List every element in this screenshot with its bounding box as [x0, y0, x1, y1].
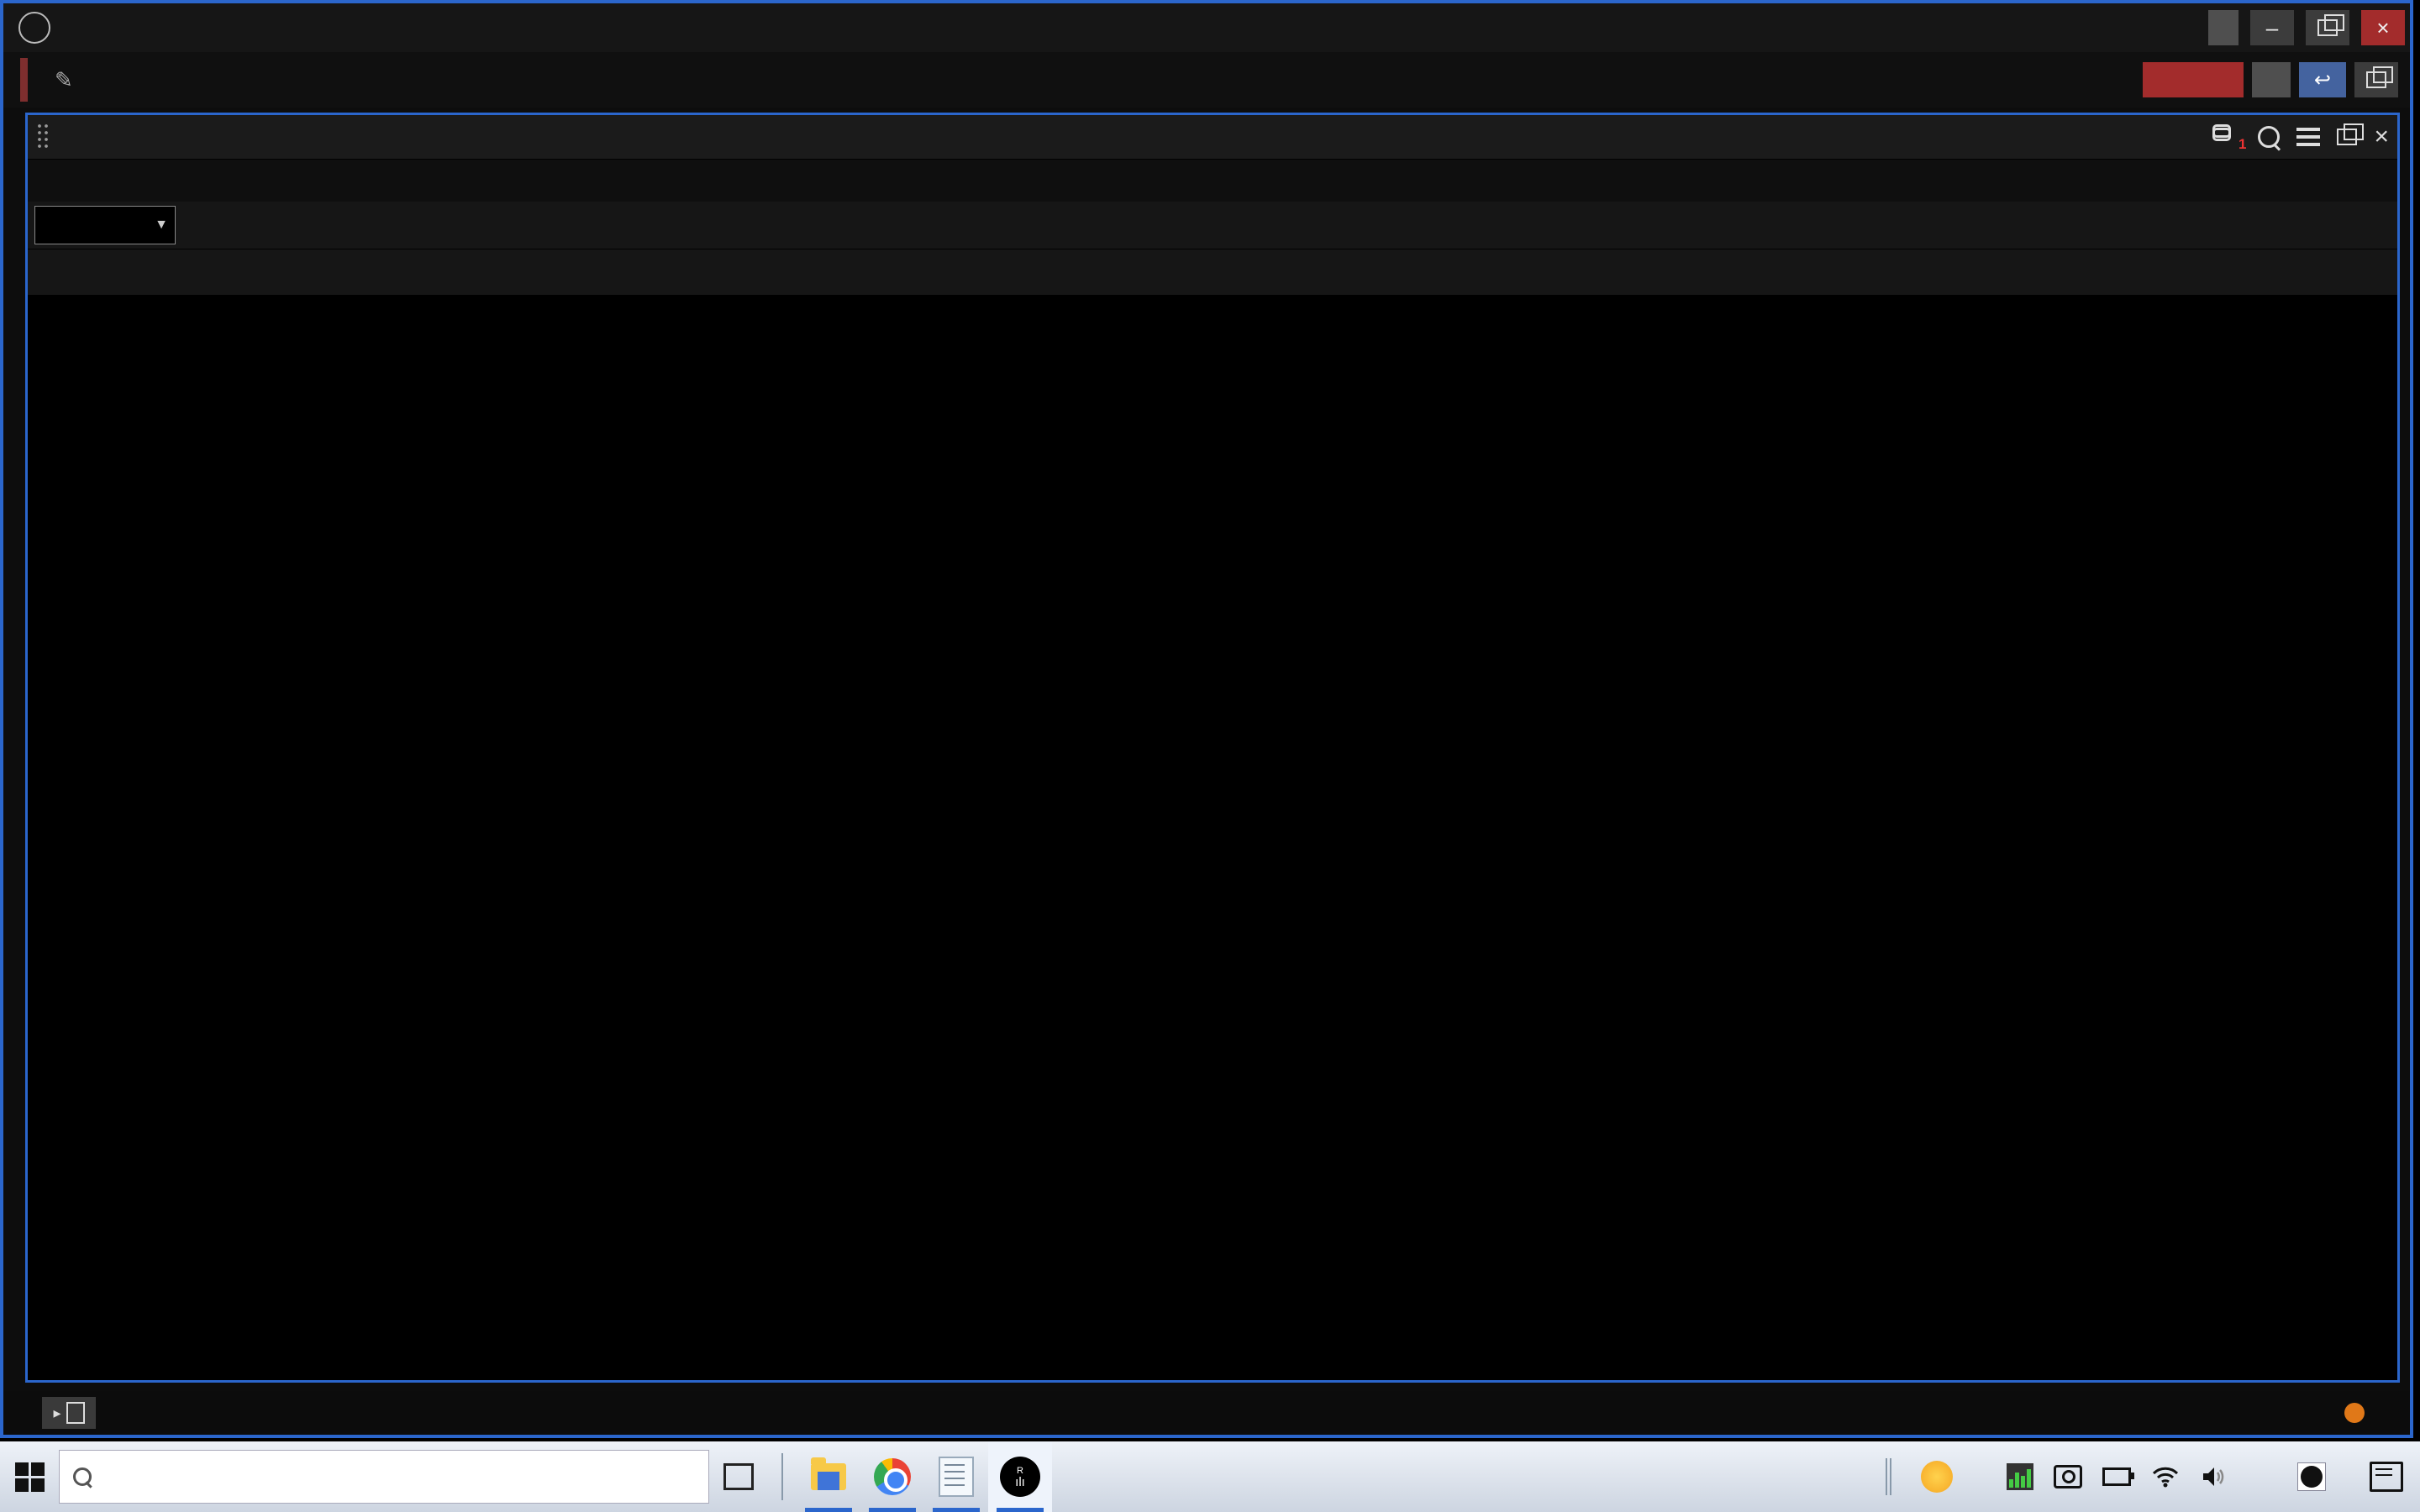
ime-mode-icon[interactable]	[2249, 1462, 2277, 1491]
taskbar-chrome[interactable]	[860, 1441, 924, 1512]
task-view-button[interactable]	[709, 1441, 768, 1512]
edit-page-name-icon[interactable]: ✎	[55, 67, 73, 93]
desktop-toolbar[interactable]	[1886, 1458, 1899, 1495]
weather-widget[interactable]	[1921, 1461, 1963, 1493]
menu-right-icons: – ×	[2196, 10, 2410, 45]
file-explorer-icon	[811, 1463, 846, 1490]
windows-logo-icon	[15, 1462, 45, 1492]
logout-button[interactable]	[2208, 10, 2238, 45]
symbol-search-icon[interactable]	[2258, 126, 2280, 148]
order-button[interactable]	[2143, 62, 2244, 97]
window-title-bar[interactable]: 1 ×	[28, 115, 2397, 159]
feedback-button[interactable]: ↩	[2299, 62, 2346, 97]
system-tray	[2007, 1462, 2326, 1491]
top-menu-bar: – ×	[3, 3, 2410, 52]
link-group-icon[interactable]: 1	[2212, 124, 2241, 150]
app-close-button[interactable]: ×	[2361, 10, 2405, 45]
statusbar-panel-icon	[66, 1402, 85, 1424]
marketspeed-app-window: – × ✎ ↩ 1 ×	[0, 0, 2413, 1438]
ime-language-icon[interactable]	[2297, 1462, 2326, 1491]
sun-icon	[1921, 1461, 1953, 1493]
window-menu-icon[interactable]	[2296, 128, 2320, 146]
start-button[interactable]	[0, 1441, 59, 1512]
taskbar-search-input[interactable]	[59, 1450, 709, 1504]
chart-toolbar: ▼	[28, 202, 2397, 249]
toolbar-handle[interactable]	[1886, 1458, 1887, 1495]
interval-status-icon	[2344, 1403, 2365, 1423]
task-view-icon	[723, 1463, 754, 1490]
app-logo	[3, 12, 81, 44]
window-tab-strip	[28, 159, 2397, 202]
interval-dropdown[interactable]: ▼	[34, 206, 176, 244]
action-center-icon[interactable]	[2370, 1462, 2403, 1492]
restore-icon	[2317, 19, 2338, 36]
statusbar-expand-button[interactable]: ▸	[42, 1397, 96, 1429]
drawing-toolbar	[28, 249, 2397, 295]
panel-layout-button[interactable]	[2354, 62, 2398, 97]
app-minimize-button[interactable]: –	[2250, 10, 2294, 45]
search-icon	[73, 1467, 92, 1486]
window-close-icon[interactable]: ×	[2374, 123, 2389, 151]
page-toolbar-buttons: ↩	[2109, 62, 2410, 97]
panel-layout-icon	[2366, 71, 2386, 88]
taskbar-marketspeed[interactable]: Rılı	[988, 1441, 1052, 1512]
taskbar-file-explorer[interactable]	[797, 1441, 860, 1512]
candlestick-chart[interactable]	[28, 296, 2397, 1380]
multitool-window: 1 × ▼	[25, 113, 2400, 1383]
broker-status-bar: ▸	[3, 1391, 2410, 1435]
chevron-down-icon: ▼	[155, 218, 168, 233]
chrome-icon	[874, 1458, 911, 1495]
notepad-icon	[939, 1457, 974, 1497]
camera-icon[interactable]	[2054, 1462, 2082, 1491]
page-accent-bar	[20, 58, 28, 102]
taskbar-separator	[781, 1453, 783, 1500]
drag-grip-icon[interactable]	[36, 123, 50, 151]
chart-area[interactable]	[28, 296, 2397, 1380]
help-button[interactable]	[2252, 62, 2291, 97]
windows-taskbar: Rılı	[0, 1441, 2420, 1512]
page-toolbar: ✎ ↩	[3, 52, 2410, 108]
window-duplicate-icon[interactable]	[2337, 129, 2357, 145]
battery-icon[interactable]	[2102, 1462, 2131, 1491]
speaker-icon[interactable]	[2200, 1462, 2228, 1491]
taskbar-notepad[interactable]	[924, 1441, 988, 1512]
wifi-icon[interactable]	[2151, 1462, 2180, 1491]
app-restore-button[interactable]	[2306, 10, 2349, 45]
tray-chart-icon[interactable]	[2007, 1463, 2033, 1490]
marketspeed-taskbar-icon: Rılı	[1000, 1457, 1040, 1497]
marketspeed-logo-icon	[18, 12, 50, 44]
